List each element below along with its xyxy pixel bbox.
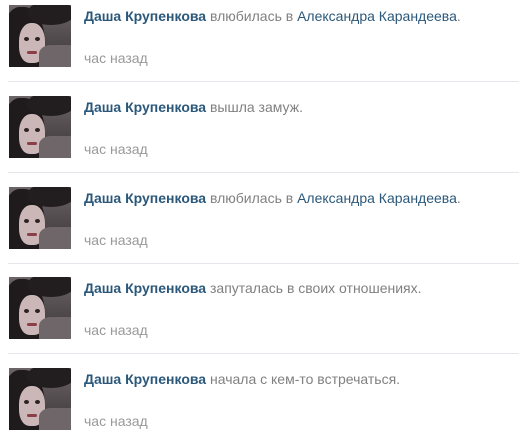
action-text: начала с кем-то встречаться.: [209, 371, 401, 387]
feed-item-text: Даша Крупенкова вышла замуж.: [84, 99, 514, 116]
sentence-end: .: [456, 190, 461, 206]
feed-item: Даша Крупенкова влюбилась в Александра К…: [0, 170, 519, 252]
action-text: запуталась в своих отношениях.: [209, 280, 422, 296]
target-user-link[interactable]: Александра Карандеева: [297, 8, 457, 24]
target-user-link[interactable]: Александра Карандеева: [297, 190, 457, 206]
timestamp-link[interactable]: час назад: [84, 413, 148, 430]
avatar[interactable]: [9, 368, 71, 430]
user-name-link[interactable]: Даша Крупенкова: [84, 8, 206, 24]
timestamp-link[interactable]: час назад: [84, 141, 148, 158]
avatar[interactable]: [9, 5, 71, 67]
user-name-link[interactable]: Даша Крупенкова: [84, 371, 206, 387]
timestamp-link[interactable]: час назад: [84, 50, 148, 67]
avatar[interactable]: [9, 187, 71, 249]
feed-item-text: Даша Крупенкова начала с кем-то встречат…: [84, 371, 514, 388]
timestamp-link[interactable]: час назад: [84, 232, 148, 249]
user-name-link[interactable]: Даша Крупенкова: [84, 280, 206, 296]
feed-item: Даша Крупенкова начала с кем-то встречат…: [0, 351, 519, 433]
feed-item-text: Даша Крупенкова влюбилась в Александра К…: [84, 8, 514, 25]
action-text: влюбилась в: [209, 190, 294, 206]
user-name-link[interactable]: Даша Крупенкова: [84, 190, 206, 206]
action-text: влюбилась в: [209, 8, 294, 24]
user-name-link[interactable]: Даша Крупенкова: [84, 99, 206, 115]
feed-item: Даша Крупенкова запуталась в своих отнош…: [0, 260, 519, 342]
feed-item-text: Даша Крупенкова запуталась в своих отнош…: [84, 280, 514, 297]
avatar[interactable]: [9, 96, 71, 158]
avatar[interactable]: [9, 277, 71, 339]
feed-item-text: Даша Крупенкова влюбилась в Александра К…: [84, 190, 514, 207]
sentence-end: .: [456, 8, 461, 24]
feed-item: Даша Крупенкова влюбилась в Александра К…: [0, 0, 519, 70]
timestamp-link[interactable]: час назад: [84, 322, 148, 339]
action-text: вышла замуж.: [209, 99, 303, 115]
feed-item: Даша Крупенкова вышла замуж. час назад: [0, 79, 519, 161]
